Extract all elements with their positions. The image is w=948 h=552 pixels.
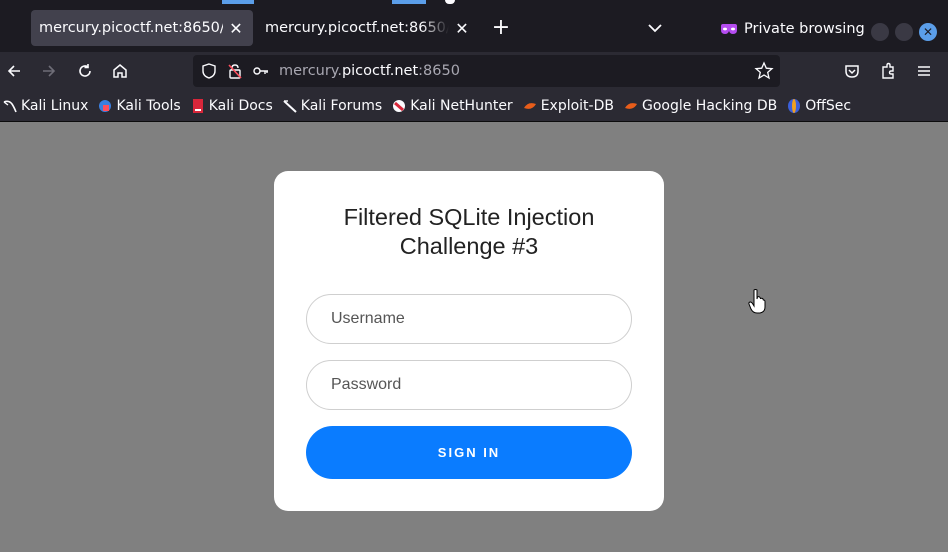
- bookmark-label: Kali Docs: [208, 97, 273, 114]
- title-line-1: Filtered SQLite Injection: [343, 204, 595, 230]
- bookmark-kali-tools[interactable]: Kali Tools: [97, 97, 181, 114]
- back-arrow-icon[interactable]: [0, 57, 28, 85]
- bookmark-kali-forums[interactable]: Kali Forums: [282, 98, 382, 114]
- tab-bar: mercury.picoctf.net:8650/ ✕ mercury.pico…: [0, 4, 948, 52]
- bookmark-star-icon[interactable]: [754, 61, 774, 81]
- bookmark-kali-nethunter[interactable]: Kali NetHunter: [391, 97, 513, 114]
- sign-in-button[interactable]: SIGN IN: [306, 426, 632, 479]
- insecure-lock-icon[interactable]: [225, 61, 245, 81]
- home-icon[interactable]: [106, 57, 134, 85]
- bookmark-label: Kali Forums: [300, 97, 383, 114]
- shield-icon[interactable]: [199, 61, 219, 81]
- bookmark-label: Kali NetHunter: [410, 97, 513, 114]
- key-icon[interactable]: [251, 61, 271, 81]
- offsec-icon: [786, 98, 802, 114]
- username-input[interactable]: [306, 294, 632, 344]
- pocket-icon[interactable]: [838, 57, 866, 85]
- bookmark-kali-linux[interactable]: Kali Linux: [2, 98, 88, 114]
- url-text: mercury.picoctf.net:8650: [279, 63, 460, 79]
- bookmark-kali-docs[interactable]: Kali Docs: [190, 98, 273, 114]
- exploit-db-icon: [522, 98, 538, 114]
- close-window-button[interactable]: ✕: [919, 23, 937, 41]
- private-browsing-label: Private browsing: [744, 21, 865, 37]
- private-browsing-indicator: Private browsing: [720, 18, 865, 40]
- tab-title: mercury.picoctf.net:8650/filt: [265, 20, 449, 36]
- kali-dragon-icon: [2, 98, 18, 114]
- private-mask-icon: [721, 24, 737, 34]
- url-host: picoctf.net: [341, 63, 419, 79]
- maximize-button[interactable]: [895, 23, 913, 41]
- title-line-2: Challenge #3: [399, 233, 539, 259]
- kali-forums-icon: [282, 98, 298, 114]
- kali-docs-icon: [190, 98, 206, 114]
- kali-tools-icon: [97, 98, 113, 114]
- bookmark-label: Google Hacking DB: [641, 97, 778, 114]
- url-bar[interactable]: mercury.picoctf.net:8650: [193, 55, 780, 87]
- new-tab-plus-icon[interactable]: +: [487, 14, 515, 42]
- password-input[interactable]: [306, 360, 632, 410]
- bookmark-exploit-db[interactable]: Exploit-DB: [522, 98, 614, 114]
- tab-title: mercury.picoctf.net:8650/: [39, 20, 223, 36]
- url-port: :8650: [418, 63, 460, 79]
- page-title: Filtered SQLite Injection Challenge #3: [274, 203, 664, 261]
- minimize-button[interactable]: [871, 23, 889, 41]
- bookmark-label: Kali Linux: [21, 97, 89, 114]
- extensions-icon[interactable]: [874, 57, 902, 85]
- bookmarks-toolbar: Kali Linux Kali Tools Kali Docs Kali For…: [0, 90, 948, 122]
- url-prefix: mercury.: [279, 63, 342, 79]
- ghdb-icon: [623, 98, 639, 114]
- bookmark-google-hacking-db[interactable]: Google Hacking DB: [623, 98, 777, 114]
- hand-pointer-cursor-icon: [748, 289, 766, 314]
- bookmark-label: OffSec: [805, 97, 852, 114]
- tab-inactive[interactable]: mercury.picoctf.net:8650/filt ✕: [257, 10, 479, 46]
- bookmark-label: Exploit-DB: [540, 97, 614, 114]
- nethunter-icon: [391, 98, 407, 114]
- bookmark-label: Kali Tools: [116, 97, 181, 114]
- tab-active[interactable]: mercury.picoctf.net:8650/ ✕: [31, 10, 253, 46]
- chevron-down-icon[interactable]: [642, 16, 668, 40]
- close-tab-icon[interactable]: ✕: [453, 19, 471, 38]
- forward-arrow-icon[interactable]: [35, 57, 63, 85]
- close-tab-icon[interactable]: ✕: [227, 19, 245, 38]
- bookmark-offsec[interactable]: OffSec: [786, 98, 851, 114]
- menu-hamburger-icon[interactable]: [910, 57, 938, 85]
- navigation-toolbar: mercury.picoctf.net:8650: [0, 52, 948, 90]
- login-card: Filtered SQLite Injection Challenge #3 S…: [274, 171, 664, 511]
- reload-icon[interactable]: [71, 57, 99, 85]
